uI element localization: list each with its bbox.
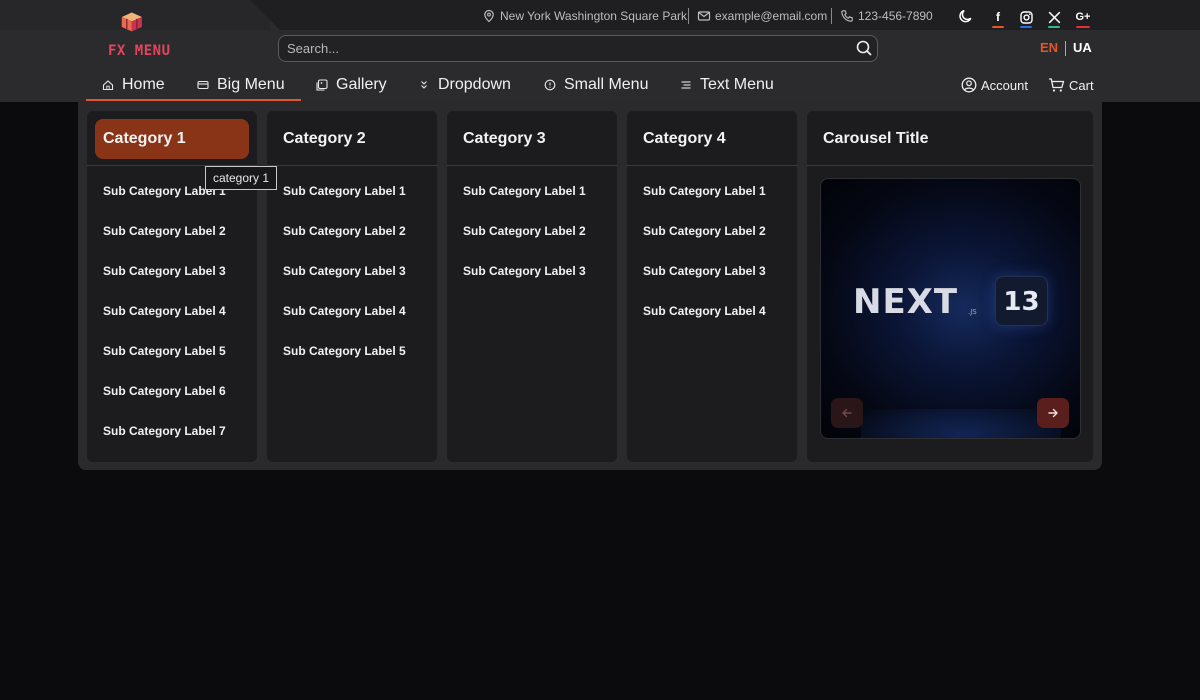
cart-label: Cart — [1069, 77, 1094, 93]
account-link[interactable]: Account — [961, 72, 1028, 98]
slide-version-text: 13 — [1003, 287, 1040, 317]
contact-email-text: example@email.com — [715, 9, 828, 23]
account-label: Account — [981, 77, 1028, 93]
category-column: Category 2 Sub Category Label 1 Sub Cate… — [267, 111, 437, 462]
category-title: Category 1 — [103, 130, 186, 147]
search-bar[interactable] — [278, 35, 878, 62]
nav-item-dropdown[interactable]: Dropdown — [418, 70, 511, 100]
category-title: Category 4 — [643, 130, 726, 147]
nav-active-underline — [86, 99, 301, 101]
sub-category-link[interactable]: Sub Category Label 3 — [643, 264, 766, 278]
nav-item-dropdown-label: Dropdown — [438, 76, 511, 93]
location-pin-icon — [484, 9, 494, 23]
contact-address: New York Washington Square Park — [482, 0, 687, 32]
carousel-next-button[interactable] — [1037, 398, 1069, 428]
instagram-icon[interactable] — [1017, 8, 1035, 28]
chevrons-down-icon — [421, 81, 427, 89]
x-glyph-icon — [1048, 11, 1060, 23]
sub-category-link[interactable]: Sub Category Label 3 — [463, 264, 586, 278]
google-plus-icon[interactable]: G+ — [1073, 8, 1093, 28]
account-icon — [961, 77, 977, 93]
category-header[interactable]: Category 1 — [87, 111, 257, 166]
category-column: Category 4 Sub Category Label 1 Sub Cate… — [627, 111, 797, 462]
sub-category-link[interactable]: Sub Category Label 6 — [103, 384, 226, 398]
sub-category-link[interactable]: Sub Category Label 1 — [463, 184, 586, 198]
cart-icon — [1049, 78, 1065, 92]
sub-category-link[interactable]: Sub Category Label 4 — [283, 304, 406, 318]
category-header[interactable]: Category 4 — [627, 111, 797, 166]
carousel-title: Carousel Title — [823, 130, 929, 147]
category-column: Category 3 Sub Category Label 1 Sub Cate… — [447, 111, 617, 462]
text-lines-icon — [681, 81, 691, 89]
sub-category-link[interactable]: Sub Category Label 1 — [643, 184, 766, 198]
sub-category-link[interactable]: Sub Category Label 5 — [103, 344, 226, 358]
sub-category-link[interactable]: Sub Category Label 5 — [283, 344, 406, 358]
category-header[interactable]: Category 3 — [447, 111, 617, 166]
sub-category-link[interactable]: Sub Category Label 2 — [643, 224, 766, 238]
arrow-right-icon — [1048, 408, 1058, 418]
dark-mode-moon-icon[interactable] — [958, 8, 974, 24]
facebook-glyph: f — [996, 10, 1000, 24]
sub-category-link[interactable]: Sub Category Label 3 — [103, 264, 226, 278]
contact-separator — [688, 8, 689, 24]
info-icon — [544, 79, 556, 91]
nav-item-small-menu[interactable]: Small Menu — [544, 70, 648, 100]
sub-category-link[interactable]: Sub Category Label 2 — [283, 224, 406, 238]
language-ua[interactable]: UA — [1073, 40, 1092, 55]
nav-item-big-menu-label: Big Menu — [217, 76, 285, 93]
logo-cube-icon[interactable] — [118, 10, 162, 44]
home-icon — [102, 80, 114, 91]
arrow-left-icon — [842, 408, 852, 418]
nav-item-text-menu-label: Text Menu — [700, 76, 774, 93]
carousel-header: Carousel Title — [807, 111, 1093, 166]
sub-category-link[interactable]: Sub Category Label 2 — [463, 224, 586, 238]
contact-phone-text: 123-456-7890 — [858, 9, 933, 23]
mail-icon — [697, 11, 711, 21]
sub-category-link[interactable]: Sub Category Label 2 — [103, 224, 226, 238]
sub-category-link[interactable]: Sub Category Label 7 — [103, 424, 226, 438]
phone-icon — [841, 10, 853, 22]
category-title: Category 3 — [463, 130, 546, 147]
logo-text[interactable]: FX MENU — [108, 43, 171, 59]
x-twitter-icon[interactable] — [1045, 8, 1063, 28]
facebook-icon[interactable]: f — [989, 8, 1007, 28]
sub-category-link[interactable]: Sub Category Label 4 — [103, 304, 226, 318]
contact-phone[interactable]: 123-456-7890 — [840, 0, 933, 32]
slide-next-wordmark: NEXT — [853, 282, 959, 322]
instagram-glyph-icon — [1019, 10, 1033, 24]
search-input[interactable] — [287, 39, 847, 57]
google-plus-glyph: G+ — [1075, 11, 1091, 23]
slide-version-badge: 13 — [995, 276, 1048, 326]
nav-item-gallery-label: Gallery — [336, 76, 387, 93]
contact-email[interactable]: example@email.com — [697, 0, 827, 32]
nav-item-home-label: Home — [122, 76, 165, 93]
carousel-prev-button[interactable] — [831, 398, 863, 428]
card-icon — [197, 80, 209, 90]
cart-link[interactable]: Cart — [1048, 72, 1094, 98]
sub-category-link[interactable]: Sub Category Label 3 — [283, 264, 406, 278]
sub-category-link[interactable]: Sub Category Label 1 — [283, 184, 406, 198]
category-header[interactable]: Category 2 — [267, 111, 437, 166]
nav-item-small-menu-label: Small Menu — [564, 76, 649, 93]
nav-item-gallery[interactable]: Gallery — [316, 70, 387, 100]
slide-glow — [861, 409, 1061, 438]
language-en[interactable]: EN — [1040, 40, 1058, 55]
nav-item-text-menu[interactable]: Text Menu — [680, 70, 774, 100]
category-title: Category 2 — [283, 130, 366, 147]
search-icon[interactable] — [855, 39, 873, 57]
category-tooltip: category 1 — [205, 166, 278, 190]
language-separator — [1065, 41, 1066, 56]
gallery-icon — [316, 79, 328, 91]
slide-js-suffix: .JS — [968, 308, 977, 316]
contact-separator — [831, 8, 832, 24]
nav-item-big-menu[interactable]: Big Menu — [197, 70, 285, 100]
contact-address-text: New York Washington Square Park — [500, 9, 687, 23]
category-column: Category 1 Sub Category Label 1 Sub Cate… — [87, 111, 257, 462]
sub-category-link[interactable]: Sub Category Label 4 — [643, 304, 766, 318]
nav-item-home[interactable]: Home — [102, 70, 165, 100]
